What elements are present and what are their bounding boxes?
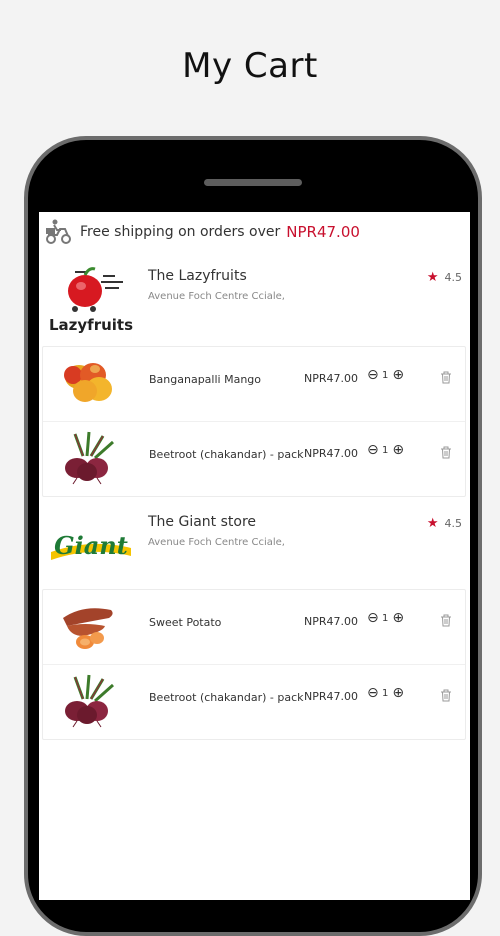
beetroot-image xyxy=(65,674,114,728)
item-price: NPR47.00 xyxy=(304,690,358,703)
item-name: Beetroot (chakandar) - pack xyxy=(149,448,304,461)
store-card[interactable]: Lazyfruits The Lazyfruits Avenue Foch Ce… xyxy=(39,256,470,346)
minus-icon[interactable]: ⊖ xyxy=(367,686,379,700)
item-price: NPR47.00 xyxy=(304,447,358,460)
cart-item: Banganapalli Mango NPR47.00 ⊖ 1 ⊕ xyxy=(43,347,465,422)
quantity-stepper: ⊖ 1 ⊕ xyxy=(367,368,404,382)
plus-icon[interactable]: ⊕ xyxy=(392,686,404,700)
svg-text:Giant: Giant xyxy=(54,531,128,560)
scooter-icon xyxy=(46,219,71,244)
store-rating: ★ 4.5 xyxy=(427,270,462,285)
trash-icon[interactable] xyxy=(440,371,452,384)
svg-text:Lazyfruits: Lazyfruits xyxy=(49,316,133,334)
free-shipping-text: Free shipping on orders over xyxy=(80,224,281,240)
item-name: Sweet Potato xyxy=(149,616,222,629)
page-title: My Cart xyxy=(182,46,318,86)
beetroot-image xyxy=(65,431,114,485)
quantity-value: 1 xyxy=(382,688,389,699)
phone-speaker xyxy=(204,179,302,186)
quantity-stepper: ⊖ 1 ⊕ xyxy=(367,686,404,700)
item-price: NPR47.00 xyxy=(304,372,358,385)
store-card[interactable]: Giant The Giant store Avenue Foch Centre… xyxy=(39,502,470,592)
plus-icon[interactable]: ⊕ xyxy=(392,611,404,625)
sweet-potato-image xyxy=(63,608,113,649)
cart-screen: Free shipping on orders over NPR47.00 La… xyxy=(39,212,470,900)
quantity-stepper: ⊖ 1 ⊕ xyxy=(367,443,404,457)
star-icon: ★ xyxy=(426,516,439,531)
cart-item: Beetroot (chakandar) - pack NPR47.00 ⊖ 1… xyxy=(43,422,465,496)
item-price: NPR47.00 xyxy=(304,615,358,628)
quantity-value: 1 xyxy=(382,613,389,624)
mango-image xyxy=(64,363,112,402)
cart-item: Sweet Potato NPR47.00 ⊖ 1 ⊕ xyxy=(43,590,465,665)
lazyfruits-logo: Lazyfruits xyxy=(49,267,133,334)
store-items-list: Sweet Potato NPR47.00 ⊖ 1 ⊕ Beetroot (ch… xyxy=(42,589,466,740)
trash-icon[interactable] xyxy=(440,614,452,627)
minus-icon[interactable]: ⊖ xyxy=(367,368,379,382)
cart-item: Beetroot (chakandar) - pack NPR47.00 ⊖ 1… xyxy=(43,665,465,739)
giant-logo: Giant xyxy=(51,531,131,560)
item-name: Beetroot (chakandar) - pack xyxy=(149,691,304,704)
minus-icon[interactable]: ⊖ xyxy=(367,443,379,457)
plus-icon[interactable]: ⊕ xyxy=(392,368,404,382)
quantity-value: 1 xyxy=(382,445,389,456)
store-name: The Lazyfruits xyxy=(148,268,247,284)
store-rating: ★ 4.5 xyxy=(427,516,462,531)
trash-icon[interactable] xyxy=(440,689,452,702)
store-address: Avenue Foch Centre Cciale, xyxy=(148,291,285,302)
item-name: Banganapalli Mango xyxy=(149,373,261,386)
star-icon: ★ xyxy=(426,270,439,285)
rating-value: 4.5 xyxy=(444,517,463,530)
free-shipping-banner: Free shipping on orders over NPR47.00 xyxy=(39,212,470,252)
store-name: The Giant store xyxy=(148,514,257,530)
store-items-list: Banganapalli Mango NPR47.00 ⊖ 1 ⊕ Beetro… xyxy=(42,346,466,497)
trash-icon[interactable] xyxy=(440,446,452,459)
store-address: Avenue Foch Centre Cciale, xyxy=(148,537,285,548)
free-shipping-amount: NPR47.00 xyxy=(286,223,360,241)
quantity-stepper: ⊖ 1 ⊕ xyxy=(367,611,404,625)
minus-icon[interactable]: ⊖ xyxy=(367,611,379,625)
plus-icon[interactable]: ⊕ xyxy=(392,443,404,457)
rating-value: 4.5 xyxy=(444,271,463,284)
quantity-value: 1 xyxy=(382,370,389,381)
